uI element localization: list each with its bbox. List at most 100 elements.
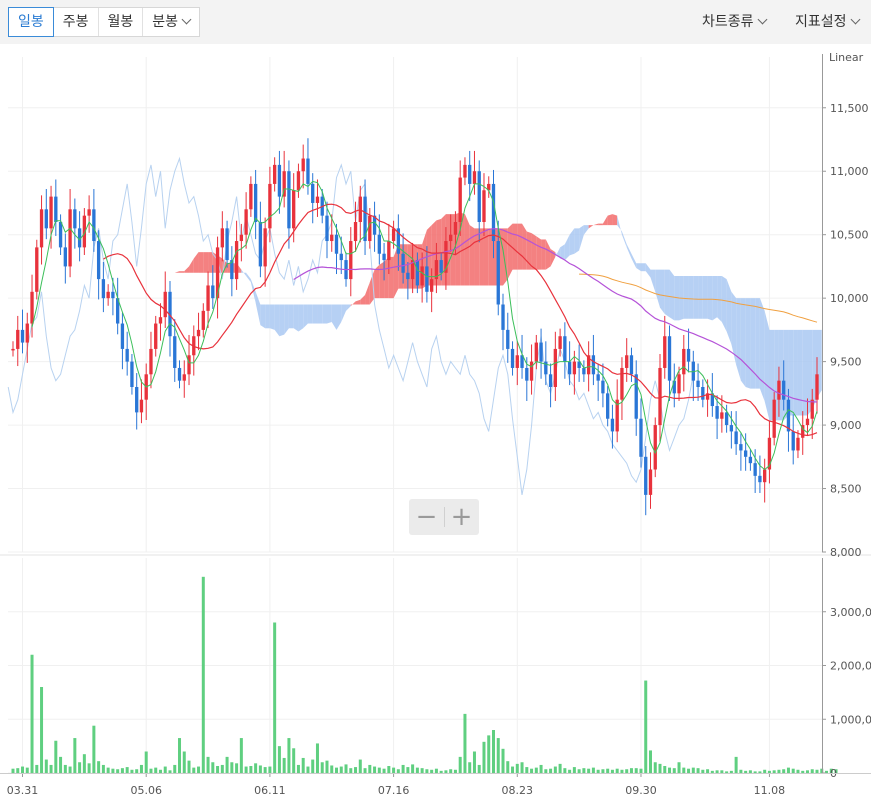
- volume-bar: [63, 764, 67, 773]
- candle-body: [429, 279, 434, 292]
- tab-monthly[interactable]: 월봉: [99, 8, 144, 36]
- chart-type-menu[interactable]: 차트종류: [702, 11, 767, 31]
- candle-body: [377, 234, 381, 254]
- cloud-segment: [146, 336, 151, 340]
- volume-bar: [487, 735, 491, 773]
- cloud-segment: [669, 269, 675, 321]
- volume-bar: [173, 764, 177, 773]
- candles: [11, 138, 819, 516]
- candle-body: [253, 183, 258, 222]
- candle-body: [620, 367, 624, 400]
- volume-bar: [748, 770, 752, 773]
- volume-tick-label: 3,000,000: [830, 606, 871, 619]
- price-tick-label: 8,000: [830, 546, 862, 559]
- candle-body: [301, 158, 305, 172]
- volume-bar: [116, 769, 120, 773]
- x-tick-label: 05.06: [130, 784, 162, 797]
- candle-body: [263, 228, 267, 267]
- volume-bar: [263, 767, 267, 773]
- candle-body: [425, 266, 429, 292]
- lagging-span-line: [7, 156, 694, 495]
- tab-minute[interactable]: 분봉: [143, 8, 199, 36]
- volume-bar: [805, 770, 809, 773]
- volume-bar: [415, 767, 419, 773]
- volume-bar: [653, 762, 657, 773]
- cloud-segment: [255, 291, 261, 326]
- candle-body: [125, 348, 129, 362]
- cloud-segment: [583, 225, 589, 235]
- candle-body: [249, 183, 253, 210]
- volume-bar: [111, 768, 115, 773]
- x-tick-label: 08.23: [502, 784, 534, 797]
- volume-bar: [92, 725, 96, 773]
- volume-bar: [729, 770, 733, 773]
- volume-bar: [701, 769, 705, 773]
- volume-bar: [225, 756, 229, 773]
- volume-bar: [373, 766, 377, 773]
- volume-bar: [710, 770, 714, 773]
- x-tick-label: 11.08: [754, 784, 786, 797]
- candle-body: [453, 222, 458, 235]
- indicator-menu[interactable]: 지표설정: [795, 11, 860, 31]
- volume-bar: [601, 769, 605, 773]
- cloud-segment: [778, 329, 784, 421]
- volume-bar: [277, 746, 281, 773]
- candle-body: [277, 164, 282, 197]
- volume-bar: [182, 751, 186, 773]
- cloud-segment: [284, 304, 289, 335]
- volume-bar: [758, 771, 762, 773]
- cloud-segment: [136, 339, 142, 349]
- cloud-segment: [193, 252, 199, 273]
- candle-body: [720, 412, 724, 419]
- candle-body: [272, 164, 277, 184]
- cloud-segment: [464, 214, 470, 286]
- volume-bar: [178, 738, 182, 773]
- volume-bar: [634, 768, 638, 773]
- volume-bar: [230, 762, 234, 773]
- candle-body: [268, 183, 272, 229]
- cloud-segment: [712, 275, 718, 321]
- volume-bar: [468, 762, 472, 773]
- zoom-in-button[interactable]: +: [444, 499, 479, 535]
- cloud-segment: [312, 304, 318, 324]
- volume-bar: [739, 769, 743, 773]
- price-tick-label: 9,500: [830, 356, 862, 369]
- candle-body: [563, 336, 567, 362]
- tab-weekly[interactable]: 주봉: [54, 8, 99, 36]
- volume-bar: [249, 766, 253, 773]
- volume-bar: [154, 767, 158, 773]
- candle-body: [73, 209, 77, 229]
- volume-tick-label: 1,000,000: [830, 713, 871, 726]
- volume-bar: [211, 762, 215, 773]
- volume-bar: [482, 741, 486, 773]
- cloud-segment: [579, 225, 584, 251]
- candle-body: [472, 171, 477, 184]
- cloud-segment: [512, 223, 518, 270]
- candle-body: [92, 209, 96, 242]
- volume-bar: [235, 763, 239, 773]
- candle-body: [715, 406, 719, 419]
- candle-body: [54, 196, 58, 222]
- zoom-out-button[interactable]: −: [409, 499, 444, 535]
- cloud-segment: [574, 228, 580, 254]
- cloud-segment: [522, 223, 527, 270]
- cloud-segment: [184, 266, 190, 273]
- volume-bar: [682, 767, 686, 773]
- tab-daily[interactable]: 일봉: [8, 7, 54, 37]
- volume-bar: [430, 769, 434, 773]
- candle-body: [477, 171, 481, 222]
- volume-bar: [725, 771, 729, 773]
- candle-body: [582, 367, 586, 375]
- candle-body: [368, 215, 372, 242]
- cloud-segment: [517, 223, 523, 270]
- cloud-segment: [655, 269, 661, 308]
- volume-bar: [715, 770, 719, 773]
- stock-chart[interactable]: Linear 11,500 11,000 10,500 10,000 9,500 9,000…: [0, 44, 871, 802]
- cloud-segment: [303, 304, 308, 329]
- cloud-segment: [545, 239, 551, 270]
- volume-bar: [377, 767, 381, 773]
- volume-bar: [610, 769, 614, 773]
- volume-bar: [511, 766, 515, 773]
- volume-bar: [663, 766, 667, 773]
- candle-body: [325, 215, 329, 242]
